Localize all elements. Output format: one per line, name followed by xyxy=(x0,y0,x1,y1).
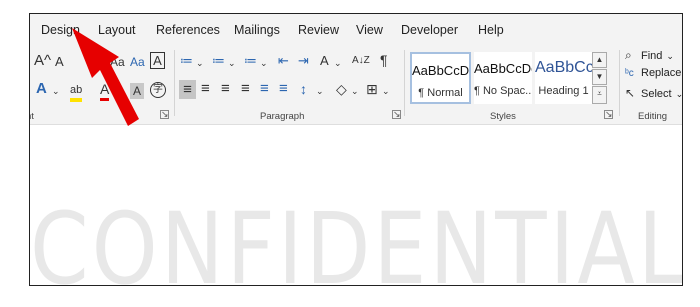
replace-button[interactable]: ᵇc Replace xyxy=(625,67,681,79)
select-button[interactable]: ↖ Select ⌄ xyxy=(625,86,683,100)
paragraph-group-label: Paragraph xyxy=(260,111,305,122)
text-effects-icon[interactable]: A xyxy=(36,81,47,97)
increase-indent-icon[interactable]: ⇥ xyxy=(298,53,309,69)
character-border-icon[interactable]: A xyxy=(150,52,165,69)
style-name: ¶ Normal xyxy=(418,87,463,99)
find-label: Find xyxy=(641,50,663,62)
font-dialog-launcher-icon[interactable]: ↘ xyxy=(160,110,169,119)
text-effects-dropdown-icon[interactable]: ⌄ xyxy=(52,83,60,99)
numbering-dropdown-icon[interactable]: ⌄ xyxy=(228,55,236,71)
borders-icon[interactable]: ⊞ xyxy=(366,81,378,97)
justify-icon[interactable]: ≡ xyxy=(241,81,250,97)
tab-developer[interactable]: Developer xyxy=(401,23,458,37)
style-no-spacing[interactable]: AaBbCcDc ¶ No Spac... xyxy=(474,52,532,104)
align-left-icon[interactable]: ≡ xyxy=(179,80,196,99)
word-window: Design Layout References Mailings Review… xyxy=(29,13,683,286)
bullets-dropdown-icon[interactable]: ⌄ xyxy=(196,55,204,71)
find-icon: ⌕ xyxy=(625,48,632,62)
red-pointer-arrow-icon xyxy=(72,28,139,126)
editing-group-label: Editing xyxy=(638,111,668,122)
borders-dropdown-icon[interactable]: ⌄ xyxy=(382,83,390,99)
bullets-icon[interactable]: ≔ xyxy=(180,53,193,69)
select-dropdown-icon: ⌄ xyxy=(675,89,683,99)
column-icon[interactable]: ≡ xyxy=(279,81,288,97)
find-button[interactable]: ⌕ Find ⌄ xyxy=(625,48,674,63)
line-spacing-icon[interactable]: ↕ xyxy=(300,81,307,97)
group-separator xyxy=(404,50,405,116)
select-label: Select xyxy=(641,88,672,100)
distributed-icon[interactable]: ≡ xyxy=(260,81,269,97)
tab-mailings[interactable]: Mailings xyxy=(234,23,280,37)
asian-layout-icon[interactable]: A xyxy=(320,53,329,69)
document-page[interactable]: CONFIDENTIAL xyxy=(30,124,683,286)
styles-more-icon[interactable]: ⩡ xyxy=(592,86,607,104)
style-name: ¶ No Spac... xyxy=(474,85,532,97)
style-sample: AaBbCcDc xyxy=(474,61,532,76)
style-heading-1[interactable]: AaBbCc Heading 1 xyxy=(535,52,592,104)
asian-layout-dropdown-icon[interactable]: ⌄ xyxy=(334,55,342,71)
styles-scroll-up-icon[interactable]: ▲ xyxy=(592,52,607,68)
styles-scroll-down-icon[interactable]: ▼ xyxy=(592,69,607,85)
watermark: CONFIDENTIAL xyxy=(30,190,683,286)
shading-icon[interactable]: ◇ xyxy=(336,81,347,97)
decrease-indent-icon[interactable]: ⇤ xyxy=(278,53,289,69)
style-sample: AaBbCc xyxy=(535,59,592,76)
replace-icon: ᵇc xyxy=(625,68,634,79)
font-group-label: nt xyxy=(30,111,34,122)
shading-dropdown-icon[interactable]: ⌄ xyxy=(351,83,359,99)
group-separator xyxy=(619,50,620,116)
tab-help[interactable]: Help xyxy=(478,23,504,37)
tab-view[interactable]: View xyxy=(356,23,383,37)
multilevel-list-icon[interactable]: ≔ xyxy=(244,53,257,69)
tab-review[interactable]: Review xyxy=(298,23,339,37)
style-name: Heading 1 xyxy=(538,85,589,97)
paragraph-dialog-launcher-icon[interactable]: ↘ xyxy=(392,110,401,119)
show-marks-icon[interactable]: ¶ xyxy=(380,52,388,68)
line-spacing-dropdown-icon[interactable]: ⌄ xyxy=(316,83,324,99)
tab-references[interactable]: References xyxy=(156,23,220,37)
replace-label: Replace xyxy=(641,67,682,79)
shrink-font-icon[interactable]: A xyxy=(55,54,64,70)
multilevel-list-dropdown-icon[interactable]: ⌄ xyxy=(260,55,268,71)
enclose-characters-icon[interactable]: 字 xyxy=(150,82,166,98)
style-sample: AaBbCcDc xyxy=(412,63,469,78)
find-dropdown-icon: ⌄ xyxy=(666,51,674,61)
cursor-arrow-icon: ↖ xyxy=(625,86,636,100)
styles-group-label: Styles xyxy=(490,111,516,122)
sort-icon[interactable]: A↓Z xyxy=(352,53,370,69)
center-icon[interactable]: ≡ xyxy=(201,81,210,97)
grow-font-icon[interactable]: A^ xyxy=(34,53,51,69)
align-right-icon[interactable]: ≡ xyxy=(221,81,230,97)
style-normal[interactable]: AaBbCcDc ¶ Normal xyxy=(410,52,471,104)
group-separator xyxy=(174,50,175,116)
numbering-icon[interactable]: ≔ xyxy=(212,53,225,69)
styles-dialog-launcher-icon[interactable]: ↘ xyxy=(604,110,613,119)
